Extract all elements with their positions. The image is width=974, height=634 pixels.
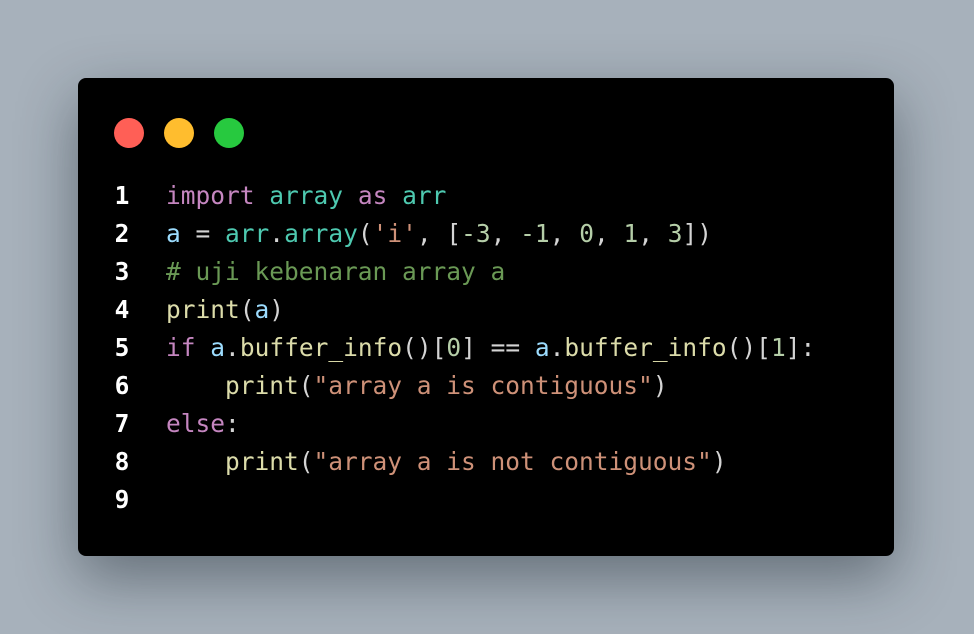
code-token: ( — [239, 295, 255, 324]
code-token: arr — [402, 181, 447, 210]
code-block: 1 import array as arr 2 a = arr.array('i', … — [78, 177, 894, 519]
line-number: 4 — [114, 295, 130, 324]
line-code: print(a) — [166, 291, 284, 329]
line-number: 3 — [114, 257, 130, 286]
line-code: print("array a is contiguous") — [166, 367, 668, 405]
line-number: 6 — [114, 371, 130, 400]
code-token: a — [534, 333, 550, 362]
code-token: as — [357, 181, 388, 210]
code-token: array — [284, 219, 358, 248]
code-line: 6 print("array a is contiguous") — [78, 367, 894, 405]
code-token: ) — [652, 371, 668, 400]
code-token: . — [269, 219, 285, 248]
code-token: , — [638, 219, 668, 248]
code-token: 0 — [446, 333, 462, 362]
code-token: . — [549, 333, 565, 362]
line-code: a = arr.array('i', [-3, -1, 0, 1, 3]) — [166, 215, 712, 253]
code-token: 0 — [579, 219, 594, 248]
code-token: ()[ — [726, 333, 771, 362]
code-token: array — [269, 181, 344, 210]
code-token: -3 — [461, 219, 491, 248]
code-token: a — [254, 295, 270, 324]
window-controls — [114, 118, 244, 148]
code-token: a — [166, 219, 181, 248]
line-number: 9 — [114, 485, 130, 514]
line-number: 7 — [114, 409, 130, 438]
line-code: if a.buffer_info()[0] == a.buffer_info()… — [166, 329, 815, 367]
code-token: arr — [225, 219, 270, 248]
line-number: 2 — [114, 219, 130, 248]
line-code: print("array a is not contiguous") — [166, 443, 727, 481]
code-token: . — [225, 333, 240, 362]
code-token: , — [549, 219, 580, 248]
code-token: 1 — [623, 219, 639, 248]
code-token: buffer_info — [564, 333, 727, 362]
code-token: buffer_info — [239, 333, 403, 362]
code-token: 3 — [667, 219, 683, 248]
code-token: : — [225, 409, 240, 438]
code-token: , [ — [416, 219, 462, 248]
line-code: else: — [166, 405, 240, 443]
close-dot — [114, 118, 144, 148]
maximize-dot — [214, 118, 244, 148]
code-line: 9 — [78, 481, 894, 519]
code-token: "array a is contiguous" — [313, 371, 653, 400]
code-line: 3 # uji kebenaran array a — [78, 253, 894, 291]
line-number: 1 — [114, 181, 130, 210]
code-token: import — [166, 181, 255, 210]
code-token: print — [225, 447, 299, 476]
code-token: = — [180, 219, 226, 248]
code-token: -1 — [520, 219, 550, 248]
code-line: 5 if a.buffer_info()[0] == a.buffer_info(… — [78, 329, 894, 367]
line-code: import array as arr — [166, 177, 446, 215]
code-token: ]) — [682, 219, 713, 248]
minimize-dot — [164, 118, 194, 148]
code-token: print — [225, 371, 299, 400]
code-token: "array a is not contiguous" — [313, 447, 712, 476]
code-token: else — [166, 409, 226, 438]
line-code: # uji kebenaran array a — [166, 253, 505, 291]
code-token: if — [166, 333, 196, 362]
code-token: , — [490, 219, 521, 248]
code-token: ( — [357, 219, 373, 248]
code-line: 7 else: — [78, 405, 894, 443]
code-token: ()[ — [402, 333, 447, 362]
code-token: 1 — [770, 333, 786, 362]
code-token: 'i' — [372, 219, 417, 248]
code-token: # uji kebenaran array a — [166, 257, 506, 286]
code-token: a — [210, 333, 226, 362]
code-token: ) — [711, 447, 727, 476]
code-token: ( — [298, 447, 314, 476]
code-line: 2 a = arr.array('i', [-3, -1, 0, 1, 3]) — [78, 215, 894, 253]
code-token: print — [166, 295, 240, 324]
code-token: ] == — [461, 333, 535, 362]
code-token: ) — [269, 295, 285, 324]
code-token: ]: — [785, 333, 816, 362]
code-line: 1 import array as arr — [78, 177, 894, 215]
code-window: 1 import array as arr 2 a = arr.array('i', … — [78, 78, 894, 556]
line-number: 8 — [114, 447, 130, 476]
line-number: 5 — [114, 333, 130, 362]
code-line: 4 print(a) — [78, 291, 894, 329]
code-token: ( — [298, 371, 314, 400]
code-token: , — [593, 219, 624, 248]
code-line: 8 print("array a is not contiguous") — [78, 443, 894, 481]
